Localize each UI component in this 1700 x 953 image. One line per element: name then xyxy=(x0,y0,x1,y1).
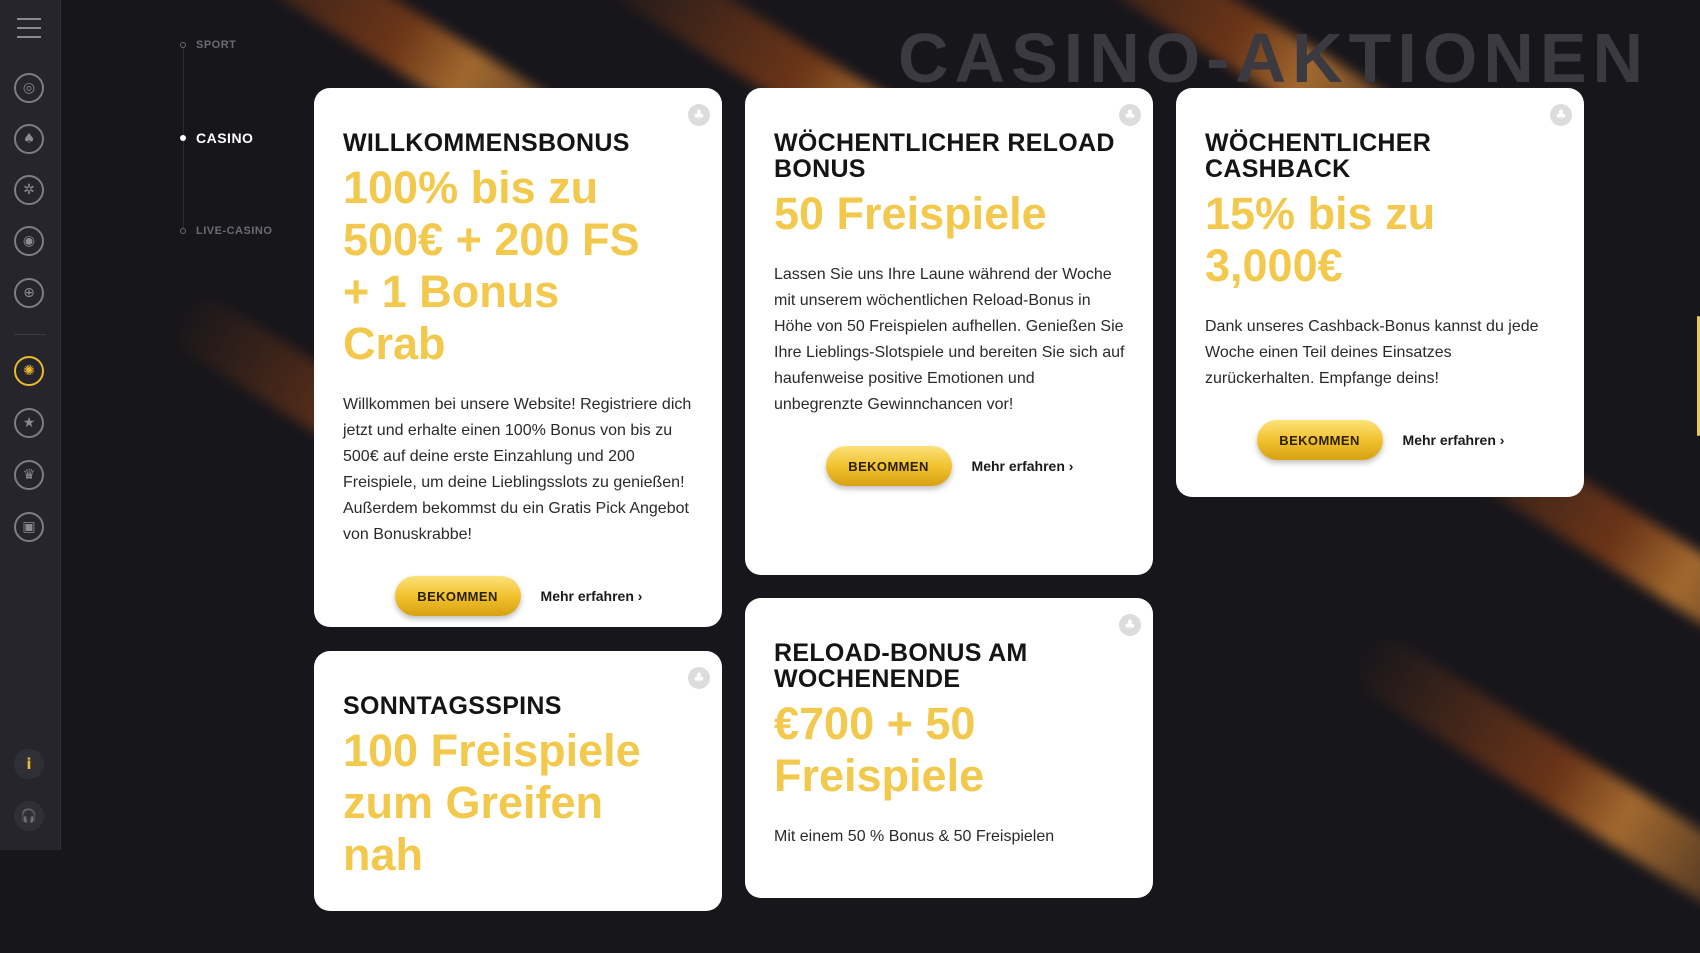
bekommen-button[interactable]: BEKOMMEN xyxy=(394,576,521,616)
globe-icon[interactable]: ⊕ xyxy=(14,278,44,308)
promo-title: WILLKOMMENSBONUS xyxy=(343,129,630,157)
promo-offer: 100% bis zu 500€ + 200 FS + 1 Bonus Crab xyxy=(343,162,640,369)
promo-title: WÖCHENTLICHER CASHBACK xyxy=(1205,129,1432,183)
nav-label: LIVE-CASINO xyxy=(196,225,273,237)
mehr-erfahren-link[interactable]: Mehr erfahren › xyxy=(1403,432,1505,448)
casino-chip-icon[interactable]: ✺ xyxy=(14,356,44,386)
background-streak xyxy=(1343,626,1700,953)
nav-dot xyxy=(180,135,186,141)
menu-icon[interactable] xyxy=(17,18,41,38)
nav-label: CASINO xyxy=(196,130,254,146)
club-icon: ♣ xyxy=(688,104,710,126)
sidebar-divider xyxy=(14,334,46,335)
sidebar: ◎ ♠ ✲ ◉ ⊕ ✺ ★ ♛ ▣ i 🎧 xyxy=(0,0,61,850)
promo-description: Mit einem 50 % Bonus & 50 Freispielen xyxy=(774,828,1055,845)
promo-description: Lassen Sie uns Ihre Laune während der Wo… xyxy=(774,266,1125,413)
promo-actions: BEKOMMEN Mehr erfahren › xyxy=(1205,420,1556,460)
promo-actions: BEKOMMEN Mehr erfahren › xyxy=(774,446,1125,486)
bekommen-button[interactable]: BEKOMMEN xyxy=(825,446,952,486)
promo-card-weekly-reload: ♣ WÖCHENTLICHER RELOAD BONUS 50 Freispie… xyxy=(745,88,1153,575)
club-icon: ♣ xyxy=(1119,104,1141,126)
club-icon: ♣ xyxy=(688,667,710,689)
promo-title: SONNTAGSSPINS xyxy=(343,692,562,720)
bekommen-button[interactable]: BEKOMMEN xyxy=(1256,420,1383,460)
promo-offer: 50 Freispiele xyxy=(774,188,1047,239)
promo-offer: €700 + 50 Freispiele xyxy=(774,698,985,801)
mehr-erfahren-link[interactable]: Mehr erfahren › xyxy=(972,458,1074,474)
promo-card-welcome-bonus: ♣ WILLKOMMENSBONUS 100% bis zu 500€ + 20… xyxy=(314,88,722,627)
promo-card-sunday-spins: ♣ SONNTAGSSPINS 100 Freispiele zum Greif… xyxy=(314,651,722,911)
promo-offer: 15% bis zu 3,000€ xyxy=(1205,188,1436,291)
nav-dot xyxy=(180,228,186,234)
roulette-icon[interactable]: ✲ xyxy=(14,175,44,205)
promo-description: Dank unseres Cashback-Bonus kannst du je… xyxy=(1205,318,1539,387)
page-heading: CASINO-AKTIONEN xyxy=(898,19,1650,97)
spade-icon[interactable]: ♠ xyxy=(14,124,44,154)
club-icon: ♣ xyxy=(1119,614,1141,636)
trophy-icon[interactable]: ♛ xyxy=(14,460,44,490)
promo-actions: BEKOMMEN Mehr erfahren › xyxy=(343,576,694,616)
promo-card-weekly-cashback: ♣ WÖCHENTLICHER CASHBACK 15% bis zu 3,00… xyxy=(1176,88,1584,497)
star-icon[interactable]: ★ xyxy=(14,408,44,438)
club-icon: ♣ xyxy=(1550,104,1572,126)
promo-description: Willkommen bei unsere Website! Registrie… xyxy=(343,396,692,543)
nav-item-sport[interactable]: SPORT xyxy=(180,39,236,51)
nav-item-live-casino[interactable]: LIVE-CASINO xyxy=(180,225,272,237)
shop-icon[interactable]: ▣ xyxy=(14,512,44,542)
nav-label: SPORT xyxy=(196,39,237,51)
live-signal-icon[interactable]: ◉ xyxy=(14,226,44,256)
support-headset-icon[interactable]: 🎧 xyxy=(14,801,44,831)
promo-card-weekend-reload: ♣ RELOAD-BONUS AM WOCHENENDE €700 + 50 F… xyxy=(745,598,1153,898)
nav-dot xyxy=(180,42,186,48)
promo-offer: 100 Freispiele zum Greifen nah xyxy=(343,725,641,880)
info-icon[interactable]: i xyxy=(14,749,44,779)
nav-item-casino[interactable]: CASINO xyxy=(180,130,253,146)
mehr-erfahren-link[interactable]: Mehr erfahren › xyxy=(541,588,643,604)
film-reel-icon[interactable]: ◎ xyxy=(14,73,44,103)
promo-title: RELOAD-BONUS AM WOCHENENDE xyxy=(774,639,1028,693)
promo-title: WÖCHENTLICHER RELOAD BONUS xyxy=(774,129,1115,183)
